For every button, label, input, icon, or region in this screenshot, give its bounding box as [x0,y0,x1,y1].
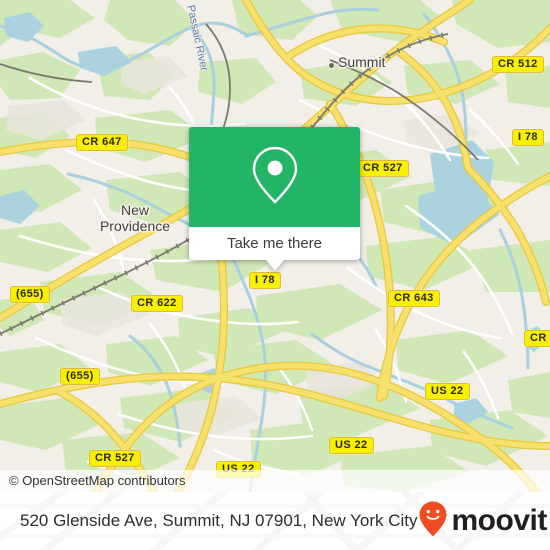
road-shield-i78-ne[interactable]: I 78 [512,129,544,146]
road-shield-cr643[interactable]: CR 643 [388,290,440,307]
screenshot-root: Summit New Providence Passaic River CR 5… [0,0,550,550]
moovit-logo[interactable]: moovit [418,500,547,543]
road-shield-cr647[interactable]: CR 647 [76,134,128,151]
popup-pointer [265,260,284,271]
road-shield-655-s[interactable]: (655) [60,368,100,385]
map-attribution[interactable]: © OpenStreetMap contributors [0,470,550,492]
road-shield-cr527-s[interactable]: CR 527 [89,450,141,467]
road-shield-cr527-n[interactable]: CR 527 [357,160,409,177]
place-dot-summit [328,62,335,69]
place-label-new-providence: New Providence [88,202,182,234]
place-label-line2: Providence [99,218,171,234]
moovit-wordmark: moovit [451,504,548,537]
take-me-there-label: Take me there [226,235,323,252]
road-shield-cr5[interactable]: CR 5 [524,330,550,347]
bottom-info-bar: 520 Glenside Ave, Summit, NJ 07901, New … [0,492,550,550]
road-shield-cr622[interactable]: CR 622 [131,295,183,312]
road-shield-us22-e[interactable]: US 22 [425,383,470,400]
road-shield-cr512[interactable]: CR 512 [492,56,544,73]
map-canvas[interactable]: Summit New Providence Passaic River CR 5… [0,0,550,492]
moovit-pin-icon [418,500,448,543]
location-pin-icon [249,144,301,211]
road-shield-us22-c[interactable]: US 22 [329,437,374,454]
address-text: 520 Glenside Ave, Summit, NJ 07901, New … [20,511,418,530]
place-label-summit: Summit [338,54,386,70]
road-shield-655-w[interactable]: (655) [10,286,50,303]
popup-header [189,127,360,227]
place-label-line1: New [120,202,149,218]
take-me-there-button[interactable]: Take me there [189,227,360,260]
road-shield-i78-c[interactable]: I 78 [249,272,281,289]
location-popup-card[interactable]: Take me there [189,127,360,271]
